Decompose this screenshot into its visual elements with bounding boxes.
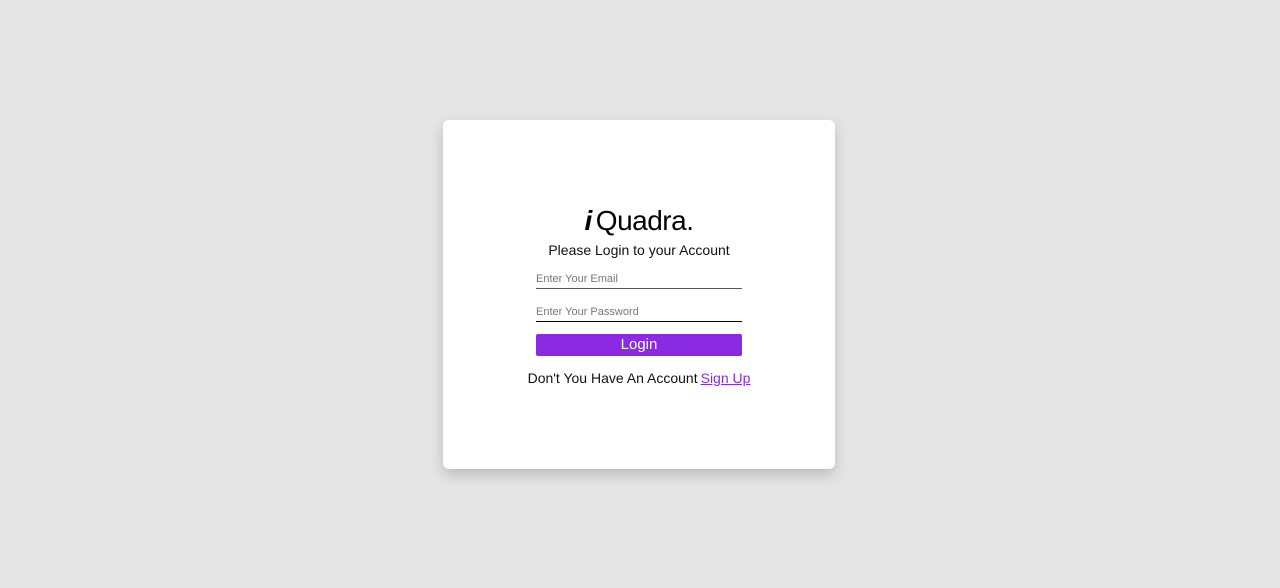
logo-name: Quadra.	[595, 205, 694, 236]
email-field[interactable]	[536, 270, 742, 289]
signup-link[interactable]: Sign Up	[701, 370, 751, 386]
password-field[interactable]	[536, 303, 742, 322]
signup-prompt: Don't You Have An Account	[527, 370, 698, 386]
signup-row: Don't You Have An Account Sign Up	[443, 369, 835, 387]
login-button[interactable]: Login	[536, 334, 742, 356]
login-card: iQuadra. Please Login to your Account Lo…	[443, 120, 835, 469]
brand-logo: i Quadra.	[443, 204, 835, 238]
login-subtitle: Please Login to your Account	[548, 242, 730, 258]
logo-mark: i	[584, 205, 593, 236]
